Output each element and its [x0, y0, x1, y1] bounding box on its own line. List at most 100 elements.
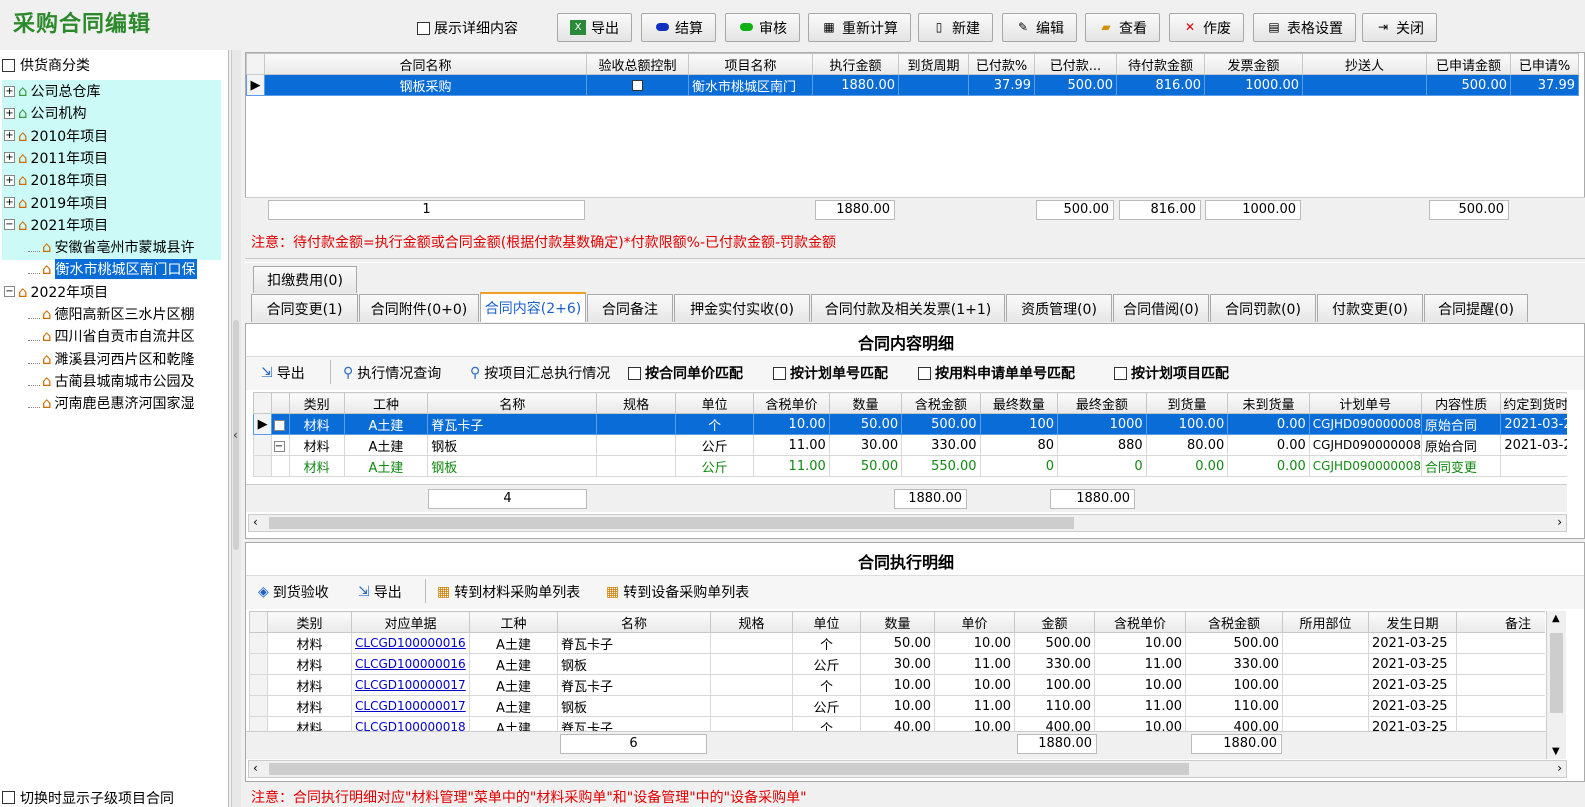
table-cell[interactable]: 脊瓦卡子	[557, 716, 711, 731]
table-cell[interactable]: 400.00	[1185, 716, 1283, 731]
new-button[interactable]: ▯ 新建	[918, 13, 993, 42]
table-row[interactable]: 材料 A土建 钢板 公斤 11.00 50.00 550.00 0 0 0.00 0.00 CGJHD…	[253, 455, 1567, 477]
table-cell[interactable]	[1282, 716, 1369, 731]
table-cell[interactable]: 2021-03-28 1	[1500, 413, 1567, 435]
table-cell[interactable]	[596, 413, 676, 435]
column-header[interactable]: 名称	[427, 392, 598, 414]
table-cell[interactable]: 100	[979, 413, 1059, 435]
column-header[interactable]: 发票金额	[1204, 53, 1303, 75]
column-header[interactable]: 最终数量	[979, 392, 1059, 414]
table-cell[interactable]	[1282, 632, 1369, 654]
table-cell[interactable]: 材料	[267, 632, 352, 654]
table-cell[interactable]: 合同变更	[1420, 455, 1502, 477]
table-cell[interactable]: 材料	[267, 716, 352, 731]
table-cell[interactable]	[1456, 653, 1545, 675]
content-export-button[interactable]: ⇲ 导出	[261, 363, 305, 383]
scroll-left-icon[interactable]: ‹	[253, 515, 258, 529]
table-cell[interactable]: 1000.00	[1204, 74, 1303, 96]
table-cell[interactable]: 330.00	[1185, 653, 1283, 675]
table-cell[interactable]: 10.00	[934, 632, 1015, 654]
tree-item[interactable]: ⌂ 安徽省亳州市蒙城县许	[28, 236, 195, 258]
table-cell[interactable]: 脊瓦卡子	[557, 674, 711, 696]
table-cell[interactable]: 材料	[288, 413, 345, 435]
arrival-check-button[interactable]: ◈ 到货验收	[258, 582, 329, 602]
document-link[interactable]: CLCGD100000018	[351, 716, 470, 731]
table-cell[interactable]: 材料	[267, 695, 352, 717]
table-cell[interactable]: CGJHD090000008	[1308, 413, 1422, 435]
exec-export-button[interactable]: ⇲ 导出	[358, 582, 402, 602]
table-cell[interactable]: 钢板	[427, 455, 598, 477]
table-cell[interactable]: 钢板	[557, 653, 711, 675]
table-cell[interactable]: 10.00	[860, 695, 935, 717]
table-row[interactable]: − 材料 A土建 钢板 公斤 11.00 30.00 330.00 80 880 80.00 0.00…	[253, 434, 1567, 456]
table-cell[interactable]: 550.00	[901, 455, 981, 477]
table-cell[interactable]: 816.00	[1116, 74, 1205, 96]
table-cell[interactable]: 公斤	[674, 434, 755, 456]
document-link[interactable]: CLCGD100000016	[351, 653, 470, 675]
column-header[interactable]: 类别	[288, 392, 345, 414]
column-header[interactable]: 项目名称	[688, 53, 813, 75]
table-cell[interactable]: 10.00	[1094, 716, 1186, 731]
table-cell[interactable]: 500.00	[1426, 74, 1511, 96]
exec-vscrollbar[interactable]: ▲ ▼	[1546, 611, 1566, 759]
expand-cell[interactable]	[271, 455, 290, 477]
table-cell[interactable]: CGJHD090000008	[1308, 434, 1422, 456]
match-plan-project-toggle[interactable]: 按计划项目匹配	[1114, 363, 1229, 383]
show-child-contracts-toggle[interactable]: 切换时显示子级项目合同	[2, 788, 174, 807]
tab-item[interactable]: 合同变更(1)	[251, 294, 358, 322]
column-header[interactable]: 执行金额	[812, 53, 899, 75]
table-cell[interactable]: 11.00	[1094, 695, 1186, 717]
table-cell[interactable]	[710, 674, 793, 696]
table-cell[interactable]	[596, 434, 676, 456]
column-header[interactable]: 到货量	[1145, 392, 1229, 414]
tab-item[interactable]: 付款变更(0)	[1317, 294, 1423, 322]
table-cell[interactable]: 880	[1057, 434, 1147, 456]
table-cell[interactable]: 37.99	[968, 74, 1035, 96]
table-cell[interactable]	[1282, 695, 1369, 717]
to-material-list-button[interactable]: ▦ 转到材料采购单列表	[437, 582, 580, 602]
table-cell[interactable]: 脊瓦卡子	[557, 632, 711, 654]
table-cell[interactable]: 400.00	[1014, 716, 1095, 731]
column-header[interactable]: 发生日期	[1368, 611, 1457, 633]
view-button[interactable]: ▰ 查看	[1085, 13, 1160, 42]
table-cell[interactable]: 0.00	[1227, 413, 1310, 435]
column-header[interactable]: 含税金额	[901, 392, 981, 414]
column-header[interactable]: 数量	[860, 611, 935, 633]
table-cell[interactable]: 80.00	[1145, 434, 1229, 456]
table-cell[interactable]	[586, 74, 689, 96]
column-header[interactable]: 规格	[710, 611, 793, 633]
document-link[interactable]: CLCGD100000016	[351, 632, 470, 654]
scroll-down-icon[interactable]: ▼	[1552, 746, 1560, 757]
table-cell[interactable]: 公斤	[792, 695, 861, 717]
table-cell[interactable]: 衡水市桃城区南门	[688, 74, 813, 96]
supplier-category-checkbox[interactable]	[2, 58, 15, 72]
expand-toggle-icon[interactable]: +	[4, 197, 15, 208]
table-cell[interactable]	[1500, 455, 1567, 477]
expand-toggle-icon[interactable]: +	[273, 419, 285, 431]
expand-toggle-icon[interactable]: +	[4, 152, 15, 164]
table-cell[interactable]	[710, 632, 793, 654]
table-cell[interactable]: 10.00	[934, 674, 1015, 696]
expand-toggle-icon[interactable]: +	[4, 130, 15, 142]
tree-item[interactable]: ⌂ 濉溪县河西片区和乾隆	[28, 348, 195, 370]
tab-item[interactable]: 合同附件(0+0)	[359, 294, 479, 322]
table-cell[interactable]: A土建	[343, 434, 429, 456]
tab-item[interactable]: 合同提醒(0)	[1424, 294, 1528, 322]
export-button[interactable]: X 导出	[557, 13, 632, 42]
tab-item[interactable]: 合同内容(2+6)	[480, 292, 586, 322]
table-cell[interactable]: 500.00	[1034, 74, 1117, 96]
column-header[interactable]: 已付款%	[968, 53, 1035, 75]
tab-deduct-fees[interactable]: 扣缴费用(0)	[253, 266, 357, 293]
table-cell[interactable]: 500.00	[901, 413, 981, 435]
column-header[interactable]: 已付款...	[1034, 53, 1117, 75]
tree-item[interactable]: ⌂ 衡水市桃城区南门口保	[28, 258, 197, 280]
table-cell[interactable]: 公斤	[792, 653, 861, 675]
column-header[interactable]: 工种	[469, 611, 558, 633]
show-child-contracts-checkbox[interactable]	[2, 791, 15, 804]
acceptance-control-checkbox[interactable]	[632, 79, 643, 91]
table-cell[interactable]: CGJHD090000008	[1308, 455, 1422, 477]
column-header[interactable]: 单价	[934, 611, 1015, 633]
table-cell[interactable]: 个	[792, 632, 861, 654]
column-header[interactable]: 单位	[792, 611, 861, 633]
table-cell[interactable]	[710, 653, 793, 675]
